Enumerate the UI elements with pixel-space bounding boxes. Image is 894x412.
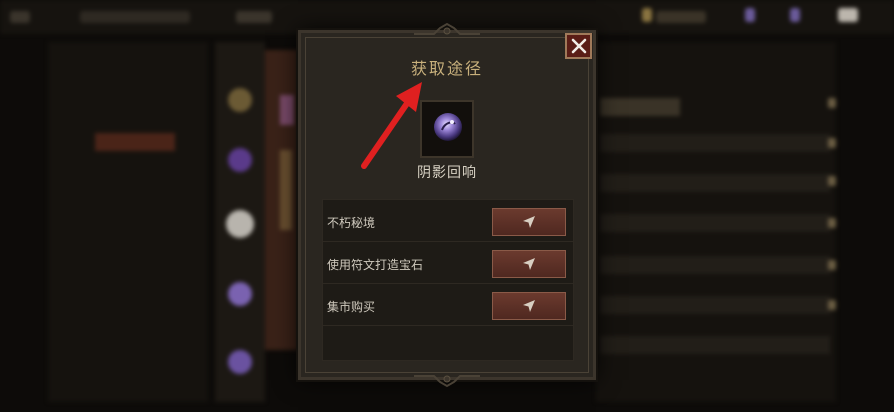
- source-label: 不朽秘境: [327, 216, 376, 230]
- bg-blob: [790, 8, 800, 22]
- source-row-rune-gem-craft: 使用符文打造宝石: [322, 244, 574, 284]
- dialog-title: 获取途径: [410, 59, 483, 78]
- bg-blob: [600, 336, 830, 354]
- bg-blob: [280, 150, 292, 230]
- send-arrow-icon: [523, 216, 535, 228]
- bg-blob: [656, 11, 706, 23]
- bg-blob: [280, 95, 294, 125]
- bg-left-column: [48, 42, 208, 402]
- bg-blob: [828, 138, 836, 148]
- go-button[interactable]: [492, 250, 566, 278]
- bg-blob: [828, 300, 836, 310]
- dialog-bottom-ornament-icon: [414, 375, 480, 388]
- bg-blob: [95, 133, 175, 151]
- bg-blob: [828, 218, 836, 228]
- send-arrow-icon: [523, 258, 535, 270]
- source-row-market-buy: 集市购买: [322, 286, 574, 326]
- bg-blob: [838, 8, 858, 22]
- bg-blob: [745, 8, 755, 22]
- bg-blob: [236, 11, 272, 23]
- dialog-top-ornament-icon: [414, 22, 480, 35]
- bg-blob: [600, 214, 830, 232]
- bg-blob: [642, 8, 652, 22]
- bg-blob: [600, 134, 830, 152]
- bg-blob: [10, 11, 30, 23]
- go-button[interactable]: [492, 208, 566, 236]
- red-arrow-icon: [361, 82, 422, 169]
- close-icon: [571, 38, 586, 54]
- bg-blob: [600, 98, 680, 116]
- bg-blob: [828, 260, 836, 270]
- source-row-immortal-dungeon: 不朽秘境: [322, 202, 574, 242]
- bg-blob: [600, 296, 830, 314]
- bg-blob: [80, 11, 190, 23]
- item-name: 阴影回响: [417, 165, 477, 181]
- source-label: 集市购买: [327, 300, 376, 314]
- bg-blob: [226, 210, 254, 238]
- bg-blob: [828, 98, 836, 108]
- source-label: 使用符文打造宝石: [327, 258, 424, 272]
- bg-blob: [228, 148, 252, 172]
- bg-blob: [600, 256, 830, 274]
- send-arrow-icon: [523, 300, 535, 312]
- bg-blob: [600, 174, 830, 192]
- bg-blob: [228, 350, 252, 374]
- bg-blob: [228, 88, 252, 112]
- bg-blob: [828, 176, 836, 186]
- go-button[interactable]: [492, 292, 566, 320]
- bg-blob: [228, 282, 252, 306]
